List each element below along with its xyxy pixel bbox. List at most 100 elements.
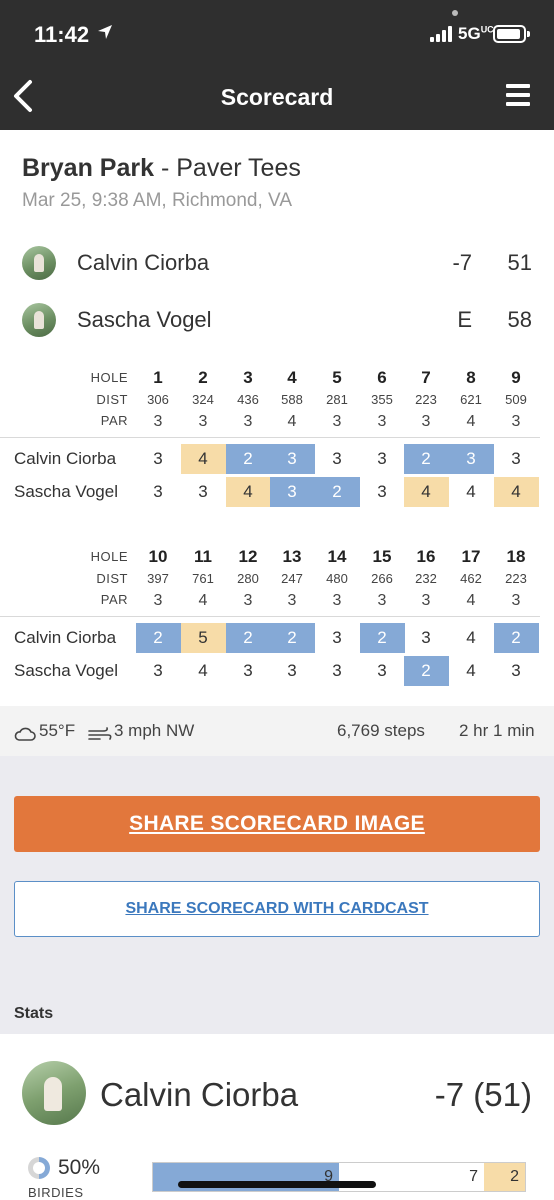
avatar xyxy=(22,303,56,337)
hole-distance: 280 xyxy=(237,571,259,586)
hole-number: 6 xyxy=(377,368,387,387)
hole-par: 4 xyxy=(287,413,297,430)
hole-distance: 223 xyxy=(415,392,437,407)
score-cell: 2 xyxy=(269,623,315,653)
dist-label: DIST xyxy=(96,392,128,407)
score-cell: 3 xyxy=(332,661,342,680)
hole-distance: 480 xyxy=(326,571,348,586)
hole-number: 3 xyxy=(243,368,253,387)
player-to-par: E xyxy=(457,307,472,332)
hole-par: 3 xyxy=(377,592,387,609)
share-scorecard-image-button[interactable]: SHARE SCORECARD IMAGE xyxy=(14,796,540,852)
score-cell: 3 xyxy=(511,449,521,468)
hole-distance: 355 xyxy=(371,392,393,407)
score-cell: 3 xyxy=(511,661,521,680)
home-indicator[interactable] xyxy=(178,1181,376,1188)
hole-distance: 266 xyxy=(371,571,393,586)
player-name: Sascha Vogel xyxy=(77,307,212,332)
hole-label: HOLE xyxy=(90,549,128,564)
hole-par: 3 xyxy=(332,592,342,609)
stats-card: Calvin Ciorba -7 (51) 50% BIRDIES 972 xyxy=(0,1034,554,1200)
hole-par: 4 xyxy=(466,592,476,609)
score-cell: 3 xyxy=(448,444,494,474)
network-type: 5GUC xyxy=(458,24,494,43)
score-cell: 2 xyxy=(359,623,405,653)
hole-par: 3 xyxy=(377,413,387,430)
birdie-percentage-donut-icon xyxy=(28,1157,50,1179)
course-name: Bryan Park xyxy=(22,154,155,182)
camera-indicator-dot xyxy=(452,10,458,16)
stats-player-score: -7 (51) xyxy=(434,1076,532,1113)
hole-number: 8 xyxy=(466,368,476,387)
player-name: Calvin Ciorba xyxy=(77,250,210,275)
course-title: Bryan Park - Paver Tees xyxy=(22,154,301,183)
score-cell: 4 xyxy=(466,661,476,680)
hole-number: 12 xyxy=(238,547,258,566)
wind-icon xyxy=(88,727,112,740)
hole-number: 18 xyxy=(506,547,526,566)
score-cell: 4 xyxy=(493,477,539,507)
score-cell: 3 xyxy=(421,628,431,647)
score-cell: 2 xyxy=(403,656,449,686)
score-cell: 2 xyxy=(135,623,181,653)
hole-distance: 509 xyxy=(505,392,527,407)
hole-distance: 281 xyxy=(326,392,348,407)
score-cell: 2 xyxy=(493,623,539,653)
player-row[interactable]: Sascha Vogel E 58 xyxy=(0,303,554,339)
share-cardcast-button[interactable]: SHARE SCORECARD WITH CARDCAST xyxy=(14,881,540,937)
hole-par: 3 xyxy=(511,413,521,430)
cloud-icon xyxy=(14,727,36,741)
menu-button[interactable] xyxy=(506,84,530,108)
hole-distance: 324 xyxy=(192,392,214,407)
score-cell: 4 xyxy=(225,477,271,507)
player-total: 58 xyxy=(507,307,532,332)
hole-par: 3 xyxy=(421,592,431,609)
stats-player-name: Calvin Ciorba xyxy=(100,1076,299,1113)
score-cell: 3 xyxy=(243,661,253,680)
hole-number: 14 xyxy=(327,547,347,566)
location-arrow-icon xyxy=(98,25,112,39)
score-cell: 3 xyxy=(287,661,297,680)
hole-number: 15 xyxy=(372,547,392,566)
hole-number: 7 xyxy=(421,368,431,387)
hole-distance: 462 xyxy=(460,571,482,586)
score-player-name: Calvin Ciorba xyxy=(14,449,117,468)
nav-bar: Scorecard xyxy=(0,62,554,130)
score-cell: 4 xyxy=(466,628,476,647)
score-cell: 3 xyxy=(377,449,387,468)
hole-par: 3 xyxy=(287,592,297,609)
hole-number: 17 xyxy=(461,547,481,566)
score-cell: 2 xyxy=(403,444,449,474)
grid-divider xyxy=(0,616,540,617)
round-details: Mar 25, 9:38 AM, Richmond, VA xyxy=(22,190,292,211)
avatar xyxy=(22,1061,86,1125)
hole-number: 10 xyxy=(148,547,168,566)
hole-distance: 436 xyxy=(237,392,259,407)
hole-label: HOLE xyxy=(90,370,128,385)
score-cell: 3 xyxy=(269,477,315,507)
distribution-segment: 2 xyxy=(484,1163,525,1191)
hole-par: 4 xyxy=(198,592,208,609)
score-cell: 2 xyxy=(314,477,360,507)
par-label: PAR xyxy=(100,592,128,607)
steps: 6,769 steps xyxy=(337,721,425,740)
hole-number: 2 xyxy=(198,368,208,387)
hole-par: 3 xyxy=(332,413,342,430)
dist-label: DIST xyxy=(96,571,128,586)
hole-distance: 588 xyxy=(281,392,303,407)
round-duration: 2 hr 1 min xyxy=(459,721,535,740)
score-cell: 3 xyxy=(332,449,342,468)
hole-par: 3 xyxy=(421,413,431,430)
hole-par: 3 xyxy=(511,592,521,609)
score-player-name: Sascha Vogel xyxy=(14,661,118,680)
hole-par: 3 xyxy=(153,592,163,609)
conditions-bar: 55°F 3 mph NW 6,769 steps 2 hr 1 min xyxy=(0,706,554,756)
status-bar: 11:42 5GUC xyxy=(0,0,554,62)
player-row[interactable]: Calvin Ciorba -7 51 xyxy=(0,246,554,282)
hole-distance: 223 xyxy=(505,571,527,586)
temperature: 55°F xyxy=(39,721,76,740)
score-cell: 3 xyxy=(153,661,163,680)
hole-distance: 306 xyxy=(147,392,169,407)
wind: 3 mph NW xyxy=(114,721,195,740)
score-player-name: Calvin Ciorba xyxy=(14,628,117,647)
